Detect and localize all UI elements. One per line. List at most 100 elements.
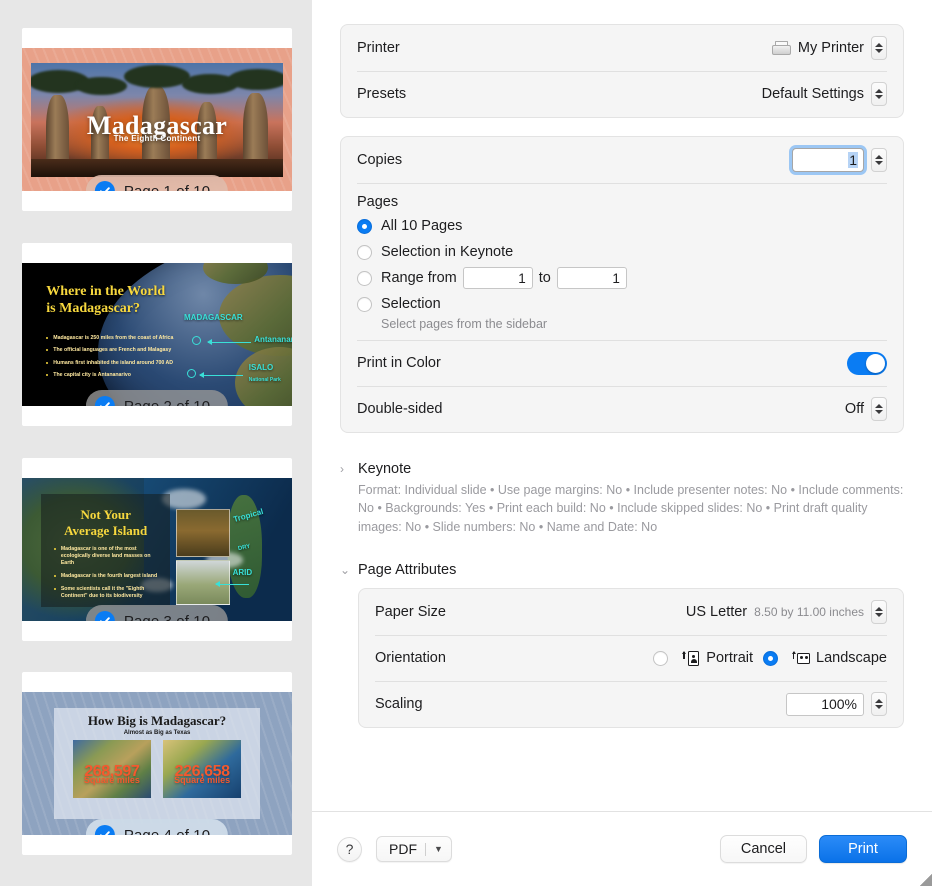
radio-selection-in-keynote[interactable] <box>357 244 372 260</box>
slide-2-country-label: MADAGASCAR <box>184 313 243 323</box>
page-badge-3[interactable]: Page 3 of 10 <box>85 605 229 622</box>
slide-2-content: Where in the World is Madagascar? Madaga… <box>22 263 292 406</box>
paper-size-value: US Letter <box>685 604 748 621</box>
scaling-stepper[interactable] <box>871 692 887 717</box>
checkmark-icon <box>94 825 115 835</box>
orientation-option-portrait[interactable]: Portrait <box>653 650 753 666</box>
slide-2-arrow-city <box>207 339 252 345</box>
page-badge-3-label: Page 3 of 10 <box>123 612 211 622</box>
slide-1-content: Madagascar The Eighth Continent Page 1 o… <box>22 48 292 191</box>
printer-value: My Printer <box>797 40 864 56</box>
slide-4-stat-1: 268,597 Square miles <box>72 740 151 799</box>
scaling-input[interactable]: 100% <box>786 692 864 716</box>
double-sided-value: Off <box>844 401 864 417</box>
copies-row[interactable]: Copies 1 <box>341 137 903 183</box>
slide-4-stat-2-unit: Square miles <box>174 774 231 785</box>
slide-3-arid-label: ARID <box>232 568 253 578</box>
cancel-button[interactable]: Cancel <box>719 835 807 863</box>
presets-label: Presets <box>357 86 407 102</box>
page-badge-4[interactable]: Page 4 of 10 <box>85 819 229 836</box>
page-badge-4-label: Page 4 of 10 <box>123 826 211 836</box>
range-from-input[interactable]: 1 <box>462 267 533 289</box>
presets-row[interactable]: Presets Default Settings <box>341 71 903 117</box>
pages-option-selection-in-keynote[interactable]: Selection in Keynote <box>341 239 903 265</box>
orientation-row[interactable]: Orientation Portrait Landscape <box>359 635 903 681</box>
slide-3-panel: Not Your Average Island Madagascar is on… <box>40 493 171 607</box>
keynote-section-title: Keynote <box>358 461 412 477</box>
slide-thumbnail-4[interactable]: How Big is Madagascar? Almost as Big as … <box>22 672 292 855</box>
range-to-input[interactable]: 1 <box>556 267 627 289</box>
slide-thumbnail-1[interactable]: Madagascar The Eighth Continent Page 1 o… <box>22 28 292 211</box>
scaling-row[interactable]: Scaling 100% <box>359 681 903 727</box>
print-button[interactable]: Print <box>819 835 907 863</box>
paper-size-popup-chevrons-icon[interactable] <box>871 600 887 625</box>
pages-option-selection[interactable]: Selection <box>341 291 903 317</box>
radio-landscape[interactable] <box>763 650 779 666</box>
page-attributes-section-header[interactable]: ⌄ Page Attributes <box>340 554 904 580</box>
slide-thumbnail-3[interactable]: Not Your Average Island Madagascar is on… <box>22 458 292 641</box>
slide-thumbnail-2[interactable]: Where in the World is Madagascar? Madaga… <box>22 243 292 426</box>
slide-2-park-sub-label: National Park <box>248 377 281 384</box>
pages-row: Pages All 10 Pages Selection in Keynote … <box>341 183 903 340</box>
slide-3-photo-arid <box>175 559 230 606</box>
copies-input[interactable]: 1 <box>792 148 864 172</box>
slide-2-bullet: Humans first inhabited the island around… <box>46 360 186 367</box>
radio-selection[interactable] <box>357 296 372 312</box>
copies-label: Copies <box>357 152 403 168</box>
printer-row[interactable]: Printer My Printer <box>341 25 903 71</box>
copies-stepper[interactable] <box>871 148 887 172</box>
pdf-menu-separator <box>425 842 426 856</box>
checkmark-icon <box>94 181 115 191</box>
keynote-section-summary: Format: Individual slide • Use page marg… <box>358 483 904 534</box>
slide-2-title: Where in the World is Madagascar? <box>46 284 166 316</box>
orientation-option-landscape[interactable]: Landscape <box>763 650 887 666</box>
page-preview-sidebar[interactable]: Madagascar The Eighth Continent Page 1 o… <box>0 0 312 886</box>
chevron-right-icon[interactable]: › <box>340 463 351 475</box>
keynote-section-header[interactable]: › Keynote <box>340 453 904 479</box>
range-to-label: to <box>538 270 551 286</box>
slide-2-bullets: Madagascar is 250 miles from the coast o… <box>46 335 186 385</box>
options-scroll-area[interactable]: Printer My Printer Presets Default Setti… <box>312 0 932 812</box>
page-badge-1[interactable]: Page 1 of 10 <box>85 175 229 192</box>
print-in-color-toggle[interactable] <box>847 351 887 375</box>
page-badge-2[interactable]: Page 2 of 10 <box>85 390 229 406</box>
slide-2-arrow-park <box>199 372 244 378</box>
paper-size-row[interactable]: Paper Size US Letter 8.50 by 11.00 inche… <box>359 589 903 635</box>
slide-3-bullet: Madagascar is one of the most ecological… <box>53 546 163 567</box>
print-in-color-row[interactable]: Print in Color <box>341 340 903 386</box>
pages-option-all-label: All 10 Pages <box>381 218 463 234</box>
pages-option-all[interactable]: All 10 Pages <box>341 213 903 239</box>
chevron-down-icon[interactable]: ▼ <box>434 844 443 854</box>
paper-size-dimensions: 8.50 by 11.00 inches <box>754 605 864 620</box>
radio-all-pages[interactable] <box>357 218 372 234</box>
pages-option-range[interactable]: Range from 1 to 1 <box>341 265 903 291</box>
help-button[interactable]: ? <box>337 836 362 862</box>
chevron-down-icon[interactable]: ⌄ <box>340 564 351 576</box>
orientation-portrait-label: Portrait <box>706 650 754 667</box>
page-badge-1-label: Page 1 of 10 <box>123 182 211 192</box>
slide-2-park-label: ISALO <box>248 363 274 373</box>
radio-portrait[interactable] <box>653 650 669 666</box>
slide-2-bullet: The capital city is Antananarivo <box>46 372 186 379</box>
pages-option-selection-in-keynote-label: Selection in Keynote <box>381 244 514 260</box>
printer-group: Printer My Printer Presets Default Setti… <box>340 24 904 118</box>
double-sided-row[interactable]: Double-sided Off <box>341 386 903 432</box>
printer-popup-chevrons-icon[interactable] <box>871 36 887 60</box>
slide-4-stat-1-unit: Square miles <box>83 774 140 785</box>
pdf-menu-button[interactable]: PDF ▼ <box>376 836 452 862</box>
resize-corner-handle[interactable] <box>920 874 932 886</box>
page-attributes-section-title: Page Attributes <box>358 562 457 579</box>
presets-popup-chevrons-icon[interactable] <box>871 82 887 106</box>
checkmark-icon <box>94 396 115 406</box>
radio-range[interactable] <box>357 270 372 286</box>
slide-3-bullet: Some scientists call it the "Eighth Cont… <box>53 586 163 600</box>
page-attributes-group: Paper Size US Letter 8.50 by 11.00 inche… <box>358 588 904 729</box>
double-sided-popup-chevrons-icon[interactable] <box>871 397 887 421</box>
slide-3-bullet: Madagascar is the fourth largest island <box>53 573 163 580</box>
printer-icon <box>771 40 791 56</box>
orientation-label: Orientation <box>375 650 446 667</box>
slide-3-arrow-arid <box>215 581 249 587</box>
checkmark-icon <box>94 611 115 621</box>
orientation-landscape-label: Landscape <box>816 650 887 667</box>
print-in-color-label: Print in Color <box>357 355 441 371</box>
